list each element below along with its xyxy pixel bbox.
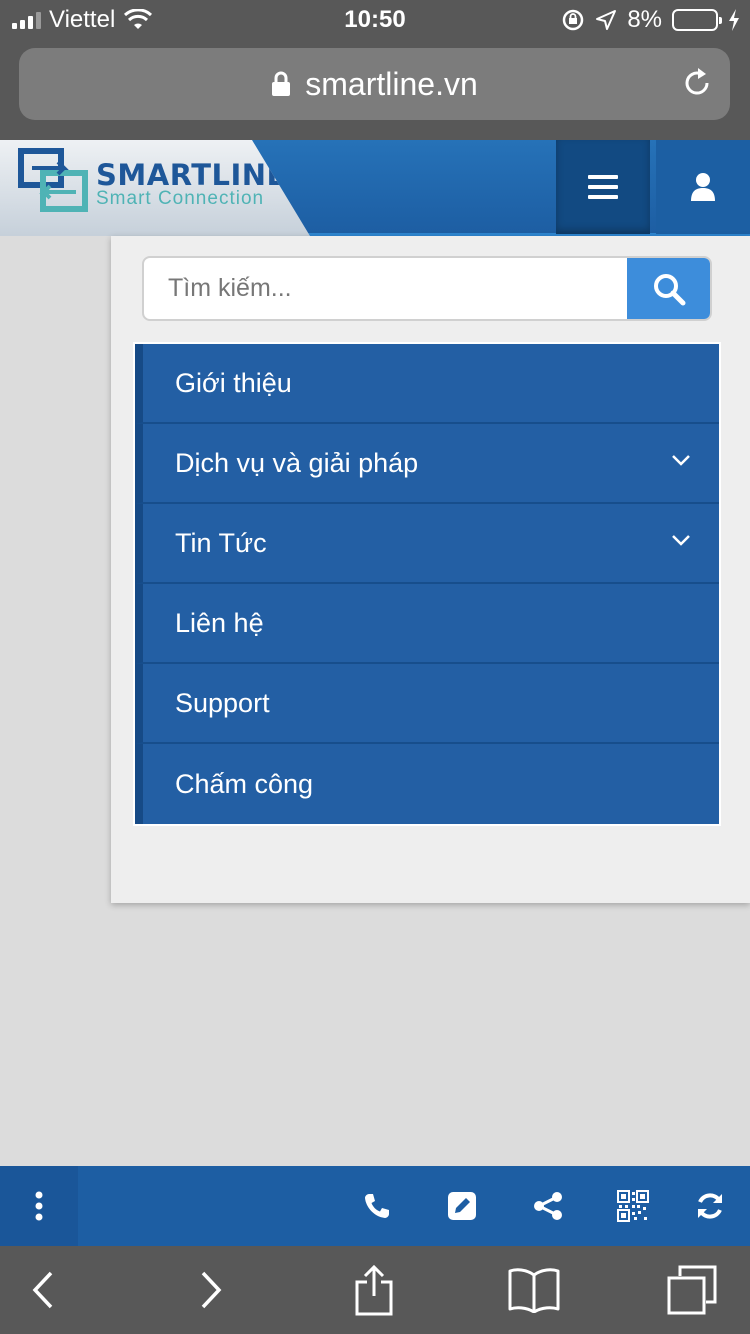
user-icon: [691, 173, 715, 201]
share-site-button[interactable]: [508, 1166, 588, 1246]
edit-icon: [448, 1192, 476, 1220]
logo-subtitle: Smart Connection: [96, 188, 265, 209]
chevron-down-icon[interactable]: [671, 454, 691, 466]
refresh-button[interactable]: [670, 1166, 750, 1246]
menu-item-cham-cong[interactable]: Chấm công: [135, 744, 719, 824]
back-button[interactable]: [3, 1246, 83, 1334]
search-button[interactable]: [627, 258, 710, 319]
search-form: [142, 256, 712, 321]
bookmarks-button[interactable]: [494, 1246, 574, 1334]
browser-top-bar: smartline.vn: [0, 40, 750, 140]
battery-icon: [672, 9, 722, 31]
address-bar[interactable]: smartline.vn: [19, 48, 730, 120]
menu-toggle-button[interactable]: [556, 140, 650, 234]
more-vertical-icon: [35, 1191, 43, 1221]
tabs-icon: [667, 1265, 717, 1315]
qr-code-icon: [617, 1190, 649, 1222]
reload-icon[interactable]: [680, 66, 714, 100]
qr-code-button[interactable]: [593, 1166, 673, 1246]
site-header: SMARTLINE Smart Connection: [0, 140, 750, 236]
menu-item-dich-vu[interactable]: Dịch vụ và giải pháp: [135, 424, 719, 504]
nav-menu: Giới thiệu Dịch vụ và giải pháp Tin Tức …: [133, 342, 721, 826]
battery-percent: 8%: [627, 6, 662, 33]
location-icon: [596, 10, 617, 30]
site-bottom-toolbar: [0, 1166, 750, 1246]
browser-bottom-bar: [0, 1246, 750, 1334]
menu-item-label: Chấm công: [175, 768, 314, 799]
navigation-panel: Giới thiệu Dịch vụ và giải pháp Tin Tức …: [111, 236, 750, 903]
menu-item-label: Support: [175, 687, 270, 718]
call-button[interactable]: [337, 1166, 417, 1246]
back-icon: [32, 1271, 53, 1309]
phone-icon: [365, 1194, 389, 1218]
orientation-lock-icon: [563, 9, 584, 31]
share-icon: [534, 1192, 562, 1220]
forward-button[interactable]: [171, 1246, 251, 1334]
tabs-button[interactable]: [652, 1246, 732, 1334]
menu-item-support[interactable]: Support: [135, 664, 719, 744]
menu-item-label: Dịch vụ và giải pháp: [175, 447, 419, 478]
search-input[interactable]: [144, 258, 628, 319]
edit-button[interactable]: [422, 1166, 502, 1246]
search-icon: [653, 273, 685, 305]
menu-item-label: Tin Tức: [175, 527, 267, 558]
chevron-down-icon[interactable]: [671, 534, 691, 546]
forward-icon: [201, 1271, 222, 1309]
share-icon: [355, 1264, 393, 1316]
lock-icon: [272, 71, 291, 96]
menu-item-label: Giới thiệu: [175, 367, 292, 398]
url-text: smartline.vn: [305, 65, 478, 102]
menu-item-tin-tuc[interactable]: Tin Tức: [135, 504, 719, 584]
logo[interactable]: SMARTLINE Smart Connection: [0, 140, 310, 236]
more-options-button[interactable]: [0, 1166, 78, 1246]
menu-item-lien-he[interactable]: Liên hệ: [135, 584, 719, 664]
share-page-button[interactable]: [334, 1246, 414, 1334]
menu-item-label: Liên hệ: [175, 607, 264, 638]
logo-mark-icon: [18, 148, 88, 212]
status-bar: Viettel 10:50 8%: [0, 0, 750, 40]
menu-item-gioi-thieu[interactable]: Giới thiệu: [135, 344, 719, 424]
refresh-icon: [698, 1193, 722, 1219]
user-account-button[interactable]: [656, 140, 750, 234]
status-right: 8%: [561, 6, 740, 34]
bookmarks-icon: [508, 1268, 560, 1313]
charging-icon: [729, 9, 739, 31]
hamburger-menu-icon: [588, 175, 618, 199]
logo-title: SMARTLINE: [96, 158, 287, 192]
